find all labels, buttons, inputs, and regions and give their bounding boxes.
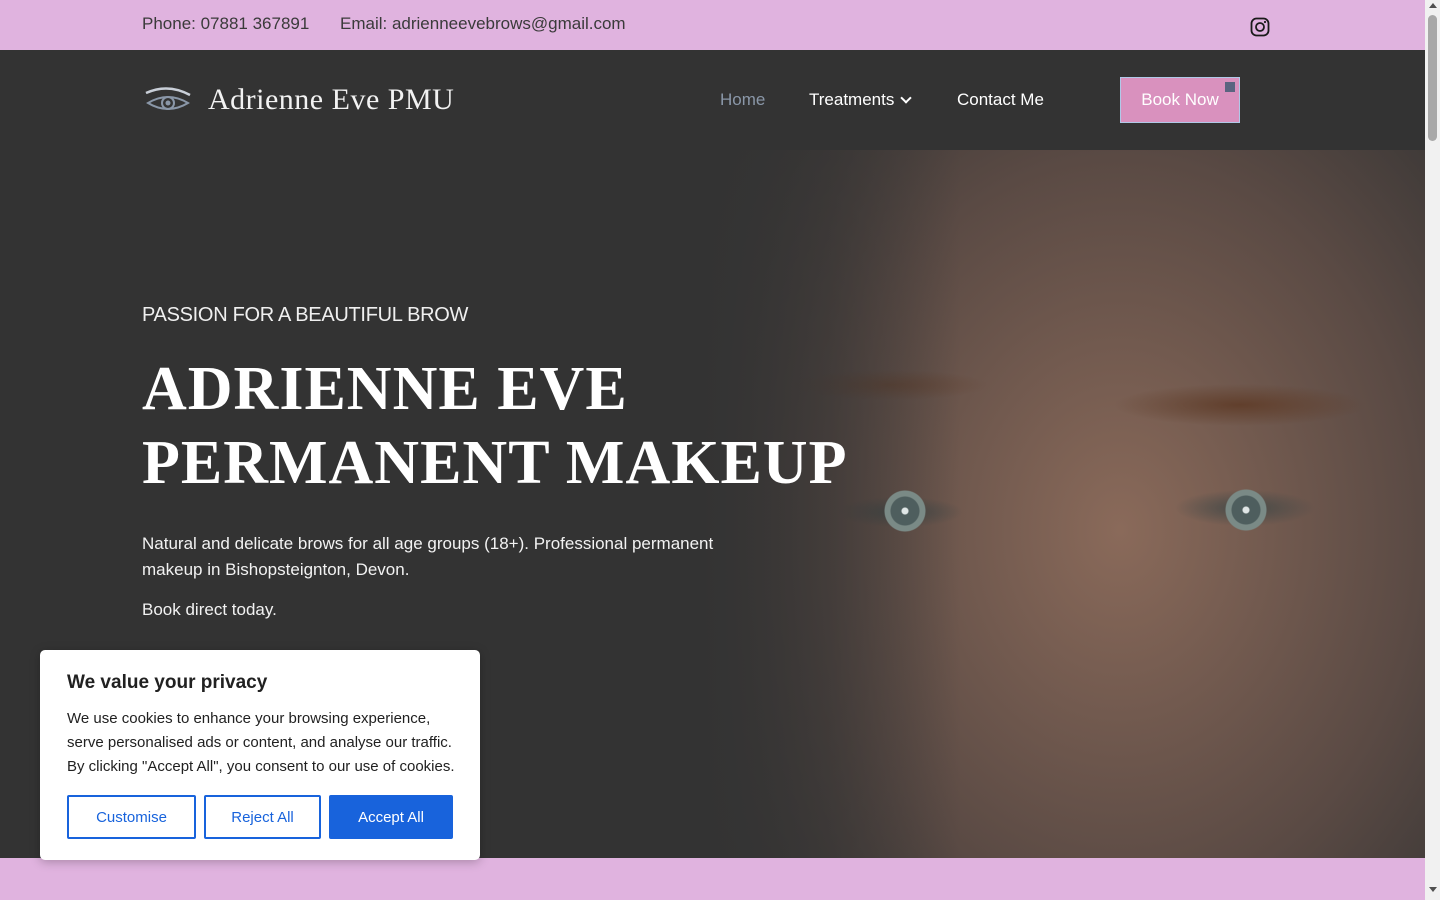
focus-marker — [1225, 82, 1235, 92]
page-scrollbar[interactable] — [1425, 0, 1440, 900]
next-section-band — [0, 858, 1425, 900]
book-now-button[interactable]: Book Now — [1120, 77, 1240, 123]
cookie-text: We use cookies to enhance your browsing … — [67, 710, 455, 775]
hero-face-image — [700, 150, 1425, 858]
hero-title-line1: ADRIENNE EVE — [142, 355, 628, 423]
hero-title: ADRIENNE EVE PERMANENT MAKEUP — [142, 352, 847, 500]
email-contact[interactable]: Email: adrienneevebrows@gmail.com — [340, 14, 626, 34]
hero-cta-text: Book direct today. — [142, 600, 277, 619]
hero-eye-right — [1224, 488, 1268, 532]
cookie-consent-banner: We value your privacy We use cookies to … — [40, 650, 480, 860]
chevron-down-icon — [900, 92, 913, 104]
scrollbar-thumb[interactable] — [1428, 15, 1437, 141]
site-logo-text[interactable]: Adrienne Eve PMU — [208, 83, 454, 117]
nav-contact[interactable]: Contact Me — [957, 90, 1044, 110]
cookie-title: We value your privacy — [67, 672, 268, 693]
accept-all-button[interactable]: Accept All — [329, 795, 453, 839]
hero-description: Natural and delicate brows for all age g… — [142, 534, 714, 579]
reject-all-button[interactable]: Reject All — [204, 795, 321, 839]
nav-treatments[interactable]: Treatments — [809, 90, 913, 110]
phone-contact[interactable]: Phone: 07881 367891 — [142, 14, 309, 34]
hero-eye-left — [884, 490, 926, 532]
scroll-down-arrow-icon[interactable] — [1429, 887, 1437, 892]
eye-icon[interactable] — [144, 83, 192, 117]
hero-title-line2: PERMANENT MAKEUP — [142, 429, 848, 497]
hero-tagline: PASSION FOR A BEAUTIFUL BROW — [142, 304, 469, 326]
instagram-icon[interactable] — [1250, 17, 1270, 37]
top-contact-bar: Phone: 07881 367891 Email: adrienneevebr… — [0, 0, 1425, 50]
customise-button[interactable]: Customise — [67, 795, 196, 839]
site-header: Adrienne Eve PMU Home Treatments Contact… — [0, 50, 1425, 150]
nav-treatments-label: Treatments — [809, 90, 895, 109]
book-now-label: Book Now — [1141, 90, 1219, 109]
scroll-up-arrow-icon[interactable] — [1429, 3, 1437, 8]
nav-home[interactable]: Home — [720, 90, 765, 110]
